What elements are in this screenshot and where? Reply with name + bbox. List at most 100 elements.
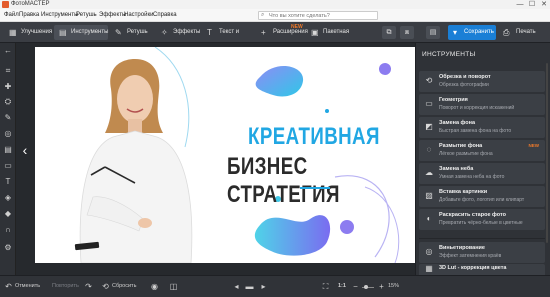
reset-button[interactable]: Сбросить (112, 282, 136, 291)
canvas-area[interactable]: ‹ КРЕАТИВНАЯ БИЗНЕС СТРАТЕГИЯ (16, 43, 416, 275)
magnet-icon[interactable]: ∩ (2, 224, 14, 236)
crop-icon[interactable]: ⌗ (2, 65, 14, 77)
radial-icon[interactable]: ◎ (2, 128, 14, 140)
background-icon: ◩ (425, 122, 433, 131)
tool-card-bg-replace[interactable]: ◩ Замена фона Быстрая замена фона на фот… (419, 117, 545, 138)
tool-subtitle: Быстрая замена фона на фото (439, 128, 512, 134)
frame-icon[interactable]: ▭ (2, 160, 14, 172)
next-icon[interactable]: ▸ (258, 281, 269, 292)
zoom-in-icon[interactable]: + (376, 281, 387, 292)
tool-title: Виньетирование (439, 245, 485, 251)
brush-tool-icon[interactable]: ✎ (2, 112, 14, 124)
tool-title: Вставка картинки (439, 189, 488, 195)
tool-title: Замена фона (439, 120, 476, 126)
gradient-icon[interactable]: ▤ (2, 144, 14, 156)
tools-panel: ИНСТРУМЕНТЫ ⟲ Обрезка и поворот Обрезка … (415, 43, 550, 275)
tab-label: Улучшения (21, 29, 53, 35)
brush-icon: ✎ (115, 28, 122, 37)
split-view-icon[interactable]: ◫ (168, 281, 179, 292)
lut-icon: ▦ (425, 264, 433, 273)
dot-small (325, 109, 329, 113)
tools-icon: ▤ (59, 28, 67, 37)
tool-card-vignette[interactable]: ◎ Виньетирование Эффект затемнения краёв (419, 242, 545, 263)
tab-effects[interactable]: ✧ Эффекты (156, 25, 200, 40)
tool-card-geometry[interactable]: ▭ Геометрия Поворот и коррекция искажени… (419, 94, 545, 115)
search-box[interactable]: ⌕ (258, 11, 378, 20)
zoom-slider-knob[interactable] (364, 285, 368, 289)
maximize-icon[interactable]: ☐ (526, 0, 538, 9)
purple-blob (255, 65, 304, 97)
dot-purple (340, 220, 354, 234)
undo-button[interactable]: Отменить (15, 282, 40, 291)
folder-icon[interactable]: ▬ (244, 281, 255, 292)
tool-card-bg-blur[interactable]: ◌ Размытие фона Лёгкое размытие фона NEW (419, 140, 545, 161)
tool-title: Размытие фона (439, 143, 483, 149)
search-input[interactable] (269, 12, 375, 19)
panel-title: ИНСТРУМЕНТЫ (422, 51, 476, 58)
eye-icon[interactable]: ◉ (149, 281, 160, 292)
tool-subtitle: Обрезка фотографии (439, 82, 489, 88)
tool-card-insert-image[interactable]: ▨ Вставка картинки Добавьте фото, логоти… (419, 186, 545, 207)
menu-effects[interactable]: Эффекты (99, 11, 126, 20)
tool-card-crop[interactable]: ⟲ Обрезка и поворот Обрезка фотографии (419, 71, 545, 92)
open-file-icon[interactable]: ▤ (426, 26, 440, 39)
print-button[interactable]: ⎙ Печать (500, 25, 544, 40)
tab-label: Ретушь (127, 29, 148, 35)
redo-icon[interactable]: ↷ (83, 281, 94, 292)
settings-icon[interactable]: ⚙ (2, 242, 14, 254)
woman-face (117, 75, 153, 123)
reset-icon[interactable]: ⟲ (100, 281, 111, 292)
headline-underline (300, 187, 330, 189)
fit-screen-icon[interactable]: ⛶ (320, 281, 331, 292)
menu-edit[interactable]: Правка (19, 11, 39, 20)
tool-card-sky[interactable]: ☁ Замена неба Умная замена неба на фото (419, 163, 545, 184)
layers-icon[interactable]: ◈ (2, 192, 14, 204)
tab-text-frames[interactable]: T Текст и рамки (202, 25, 254, 50)
heal-icon[interactable]: ✚ (2, 81, 14, 93)
tool-card-3dlut[interactable]: ▦ 3D Lut - коррекция цвета (419, 264, 545, 275)
tool-subtitle: Превратить чёрно-белые в цветные (439, 220, 523, 226)
save-label: Сохранить (464, 29, 494, 35)
tool-card-colorize[interactable]: ◐ Раскрасить старое фото Превратить чёрн… (419, 209, 545, 230)
new-badge: NEW (528, 143, 540, 148)
menu-tools[interactable]: Инструменты (41, 11, 78, 20)
save-button[interactable]: ▾ Сохранить (448, 25, 496, 40)
compare-icon[interactable]: ⧉ (382, 26, 396, 39)
rotate-icon: ⟲ (425, 76, 433, 85)
undo-icon[interactable]: ↶ (3, 281, 14, 292)
history-icon[interactable]: ⧈ (400, 26, 414, 39)
tab-retouch[interactable]: ✎ Ретушь (110, 25, 154, 40)
dot-blue (379, 63, 391, 75)
title-bar: ФотоМАСТЕР — ☐ ✕ (0, 0, 550, 9)
panel-divider (419, 238, 545, 239)
prev-photo-icon[interactable]: ‹ (20, 141, 30, 159)
menu-retouch[interactable]: Ретушь (76, 11, 97, 20)
close-icon[interactable]: ✕ (538, 0, 550, 9)
clone-icon[interactable]: ⛭ (2, 96, 14, 108)
tab-enhance[interactable]: ▦ Улучшения (4, 25, 52, 40)
photo-canvas[interactable]: КРЕАТИВНАЯ БИЗНЕС СТРАТЕГИЯ (35, 47, 416, 263)
redo-button[interactable]: Повторить (52, 282, 79, 291)
menu-help[interactable]: Справка (153, 11, 177, 20)
menu-settings[interactable]: Настройки (124, 11, 153, 20)
zoom-out-icon[interactable]: − (350, 281, 361, 292)
back-arrow-icon[interactable]: ← (2, 45, 14, 57)
save-icon: ▾ (453, 28, 458, 37)
enhance-icon: ▦ (9, 28, 17, 37)
colorize-icon: ◐ (426, 214, 432, 223)
text-tool-icon[interactable]: T (2, 176, 14, 188)
tab-label: Эффекты (173, 29, 201, 35)
tool-subtitle: Поворот и коррекция искажений (439, 105, 515, 111)
zoom-level: 15% (388, 283, 400, 289)
prev-icon[interactable]: ◂ (231, 281, 242, 292)
minimize-icon[interactable]: — (514, 0, 526, 9)
menu-file[interactable]: Файл (4, 11, 19, 20)
tab-tools[interactable]: ▤ Инструменты (54, 25, 108, 40)
tab-batch[interactable]: ▣ Пакетная обработка (306, 25, 376, 50)
ratio-button[interactable]: 1:1 (338, 282, 346, 291)
cloud-icon: ☁ (425, 168, 433, 177)
tab-label: Инструменты (71, 29, 109, 35)
panel-scrollbar[interactable] (546, 63, 548, 243)
search-icon: ⌕ (261, 12, 265, 18)
fill-icon[interactable]: ◆ (2, 208, 14, 220)
